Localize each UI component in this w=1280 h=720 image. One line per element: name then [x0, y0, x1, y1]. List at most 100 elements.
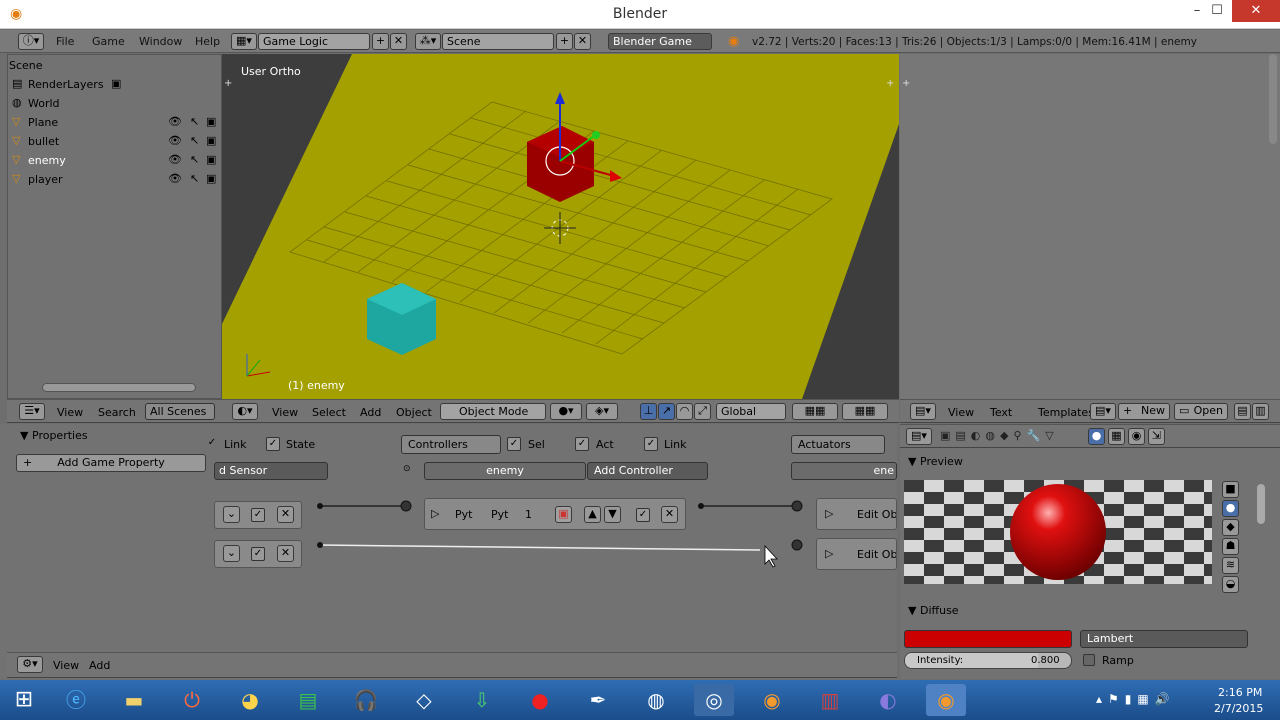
expand-triangle-icon[interactable]: ▷	[431, 507, 439, 520]
actuator-object-field[interactable]: ene	[791, 462, 897, 480]
collapse-icon[interactable]: ▼	[908, 604, 916, 617]
text-browse-icon[interactable]: ▤▾	[1090, 403, 1116, 420]
text-templates-menu[interactable]: Templates	[1038, 406, 1094, 419]
sky-preview-icon[interactable]: ◒	[1222, 576, 1239, 593]
record-app-icon[interactable]: ●	[520, 684, 560, 716]
editor-type-icon[interactable]: ☰▾	[19, 403, 45, 420]
headphones-app-icon[interactable]: 🎧	[346, 684, 386, 716]
layers-grid-2-icon[interactable]: ▦▦	[842, 403, 888, 420]
line-numbers-icon[interactable]: ▤	[1234, 403, 1251, 420]
word-wrap-icon[interactable]: ▥	[1252, 403, 1269, 420]
y-axis-arrow-icon[interactable]	[592, 131, 600, 139]
diffuse-shader-select[interactable]: Lambert	[1080, 630, 1248, 648]
editor-type-icon[interactable]: ◐▾	[232, 403, 258, 420]
text-new-button[interactable]: + New	[1118, 403, 1170, 420]
winrar-icon[interactable]: ▥	[810, 684, 850, 716]
state-marker-icon[interactable]: ▣	[555, 506, 572, 523]
scale-manipulator-icon[interactable]: ⤢	[694, 403, 711, 420]
tools-toggle-icon[interactable]: +	[224, 78, 232, 89]
text-text-menu[interactable]: Text	[990, 406, 1012, 419]
properties-toggle-icon[interactable]: +	[902, 78, 910, 89]
shutdown-app-icon[interactable]: ⏻	[172, 684, 212, 716]
expand-triangle-icon[interactable]: ▷	[825, 547, 833, 560]
constraints-tab-icon[interactable]: ⇲	[1148, 428, 1165, 445]
render-icon[interactable]: ▣	[206, 134, 216, 147]
outliner-scrollbar[interactable]	[42, 383, 196, 392]
eye-icon[interactable]: 👁	[168, 172, 182, 185]
tray-icons[interactable]: ▴⚑▮▦🔊	[1096, 692, 1176, 706]
scene-field[interactable]: Scene	[442, 33, 554, 50]
translate-manipulator-icon[interactable]: ↗	[658, 403, 675, 420]
expand-triangle-icon[interactable]: ▷	[825, 507, 833, 520]
controllers-menu[interactable]: Controllers	[401, 435, 501, 454]
obs-icon[interactable]: ◎	[694, 684, 734, 716]
blender-taskbar-icon[interactable]: ◉	[752, 684, 792, 716]
texture-tab-icon[interactable]: ▦	[1108, 428, 1125, 445]
cursor-icon[interactable]: ↖	[190, 134, 199, 147]
eye-icon[interactable]: 👁	[168, 115, 182, 128]
spreadsheet-app-icon[interactable]: ▤	[288, 684, 328, 716]
monkey-preview-icon[interactable]: ☗	[1222, 538, 1239, 555]
properties-toggle-icon[interactable]: +	[886, 78, 894, 89]
screen-layout-field[interactable]: Game Logic	[258, 33, 370, 50]
menu-file[interactable]: File	[56, 35, 74, 48]
logic-view-menu[interactable]: View	[53, 659, 79, 672]
eye-icon[interactable]: 👁	[168, 153, 182, 166]
outliner-item-plane[interactable]: ▽ Plane 👁 ↖ ▣	[8, 113, 221, 132]
rotate-manipulator-icon[interactable]: ◠	[676, 403, 693, 420]
diffuse-color-swatch[interactable]	[904, 630, 1072, 648]
outliner-item-player[interactable]: ▽ player 👁 ↖ ▣	[8, 170, 221, 189]
logic-add-menu[interactable]: Add	[89, 659, 110, 672]
file-explorer-icon[interactable]: ▬	[114, 684, 154, 716]
menu-help[interactable]: Help	[195, 35, 220, 48]
text-view-menu[interactable]: View	[948, 406, 974, 419]
cube-preview-icon[interactable]: ◆	[1222, 519, 1239, 536]
shading-select-icon[interactable]: ●▾	[550, 403, 582, 420]
viewport-view-menu[interactable]: View	[272, 406, 298, 419]
outliner-view-menu[interactable]: View	[57, 406, 83, 419]
internet-explorer-icon[interactable]: ⓔ	[56, 684, 96, 716]
cursor-icon[interactable]: ↖	[190, 172, 199, 185]
text-editor-area[interactable]: +	[900, 54, 1280, 399]
layers-grid-icon[interactable]: ▦▦	[792, 403, 838, 420]
controllers-act-checkbox[interactable]: ✓	[575, 437, 589, 451]
text-open-button[interactable]: ▭ Open	[1174, 403, 1228, 420]
info-editor-icon[interactable]: ⓘ▾	[18, 33, 44, 50]
ramp-checkbox[interactable]	[1083, 654, 1095, 666]
cursor-icon[interactable]: ↖	[190, 115, 199, 128]
viewport-add-menu[interactable]: Add	[360, 406, 381, 419]
text-editor-scrollbar[interactable]	[1269, 54, 1277, 144]
viewport-select-menu[interactable]: Select	[312, 406, 346, 419]
editor-type-icon[interactable]: ▤▾	[910, 403, 936, 420]
menu-window[interactable]: Window	[139, 35, 182, 48]
viewport-object-menu[interactable]: Object	[396, 406, 432, 419]
viewport-scene[interactable]	[222, 54, 899, 399]
globe-app-icon[interactable]: ◍	[636, 684, 676, 716]
actuator-brick-2[interactable]: ▷ Edit Obje	[816, 538, 897, 570]
intensity-slider[interactable]: Intensity: 0.800	[904, 652, 1072, 669]
clock-date[interactable]: 2/7/2015	[1214, 702, 1263, 715]
controllers-sel-checkbox[interactable]: ✓	[507, 437, 521, 451]
move-up-icon[interactable]: ▲	[584, 506, 601, 523]
controller-active-checkbox[interactable]: ✓	[636, 508, 650, 522]
clock-time[interactable]: 2:16 PM	[1218, 686, 1262, 699]
remove-scene-icon[interactable]: ✕	[574, 33, 591, 50]
download-app-icon[interactable]: ⇩	[462, 684, 502, 716]
render-icon[interactable]: ▣	[206, 115, 216, 128]
actuators-menu[interactable]: Actuators	[791, 435, 885, 454]
screen-layout-icon[interactable]: ▦▾	[231, 33, 257, 50]
close-button[interactable]: ✕	[1232, 0, 1280, 22]
actuator-brick-1[interactable]: ▷ Edit Obje	[816, 498, 897, 530]
remove-layout-icon[interactable]: ✕	[390, 33, 407, 50]
scene-icon[interactable]: ⁂▾	[415, 33, 441, 50]
3d-viewport[interactable]: User Ortho (1) enemy + +	[222, 54, 899, 399]
state-dot-icon[interactable]: ⊙	[403, 464, 411, 474]
flat-preview-icon[interactable]: ■	[1222, 481, 1239, 498]
sphere-preview-icon[interactable]: ●	[1222, 500, 1239, 517]
start-button-icon[interactable]: ⊞	[4, 684, 44, 716]
material-tab-icon[interactable]: ●	[1088, 428, 1105, 445]
transform-orientation-select[interactable]: Global	[716, 403, 786, 420]
chrome-icon[interactable]: ◕	[230, 684, 270, 716]
unity-icon[interactable]: ◇	[404, 684, 444, 716]
editor-type-icon[interactable]: ⚙▾	[17, 656, 43, 673]
